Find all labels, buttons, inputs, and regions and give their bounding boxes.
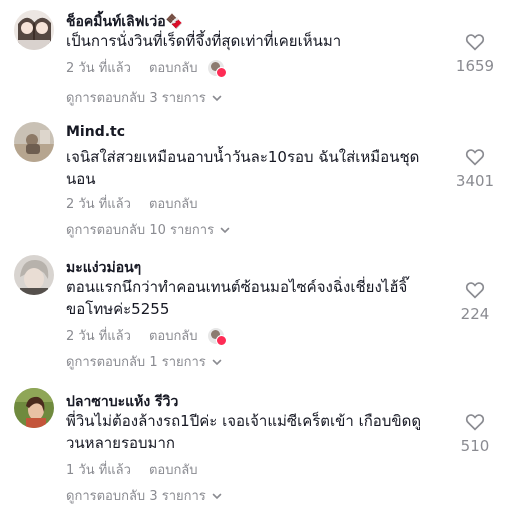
reply-button[interactable]: ตอบกลับ bbox=[149, 325, 198, 346]
chevron-down-icon bbox=[220, 227, 230, 233]
like-count: 1659 bbox=[455, 57, 495, 75]
like-control[interactable]: 224 bbox=[440, 281, 510, 323]
view-replies-button[interactable]: ดูการตอบกลับ 3 รายการ bbox=[66, 87, 222, 108]
chevron-down-icon bbox=[212, 95, 222, 101]
creator-liked-icon bbox=[207, 59, 227, 78]
heart-outline-icon[interactable] bbox=[465, 281, 485, 299]
like-control[interactable]: 1659 bbox=[440, 33, 510, 75]
comment-time: 2 วัน ที่แล้ว bbox=[66, 197, 131, 212]
like-count: 3401 bbox=[455, 172, 495, 190]
reply-button[interactable]: ตอบกลับ bbox=[149, 459, 198, 480]
view-replies-label: ดูการตอบกลับ 3 รายการ bbox=[66, 91, 206, 106]
reply-button[interactable]: ตอบกลับ bbox=[149, 57, 198, 78]
avatar[interactable] bbox=[14, 388, 54, 428]
comment-username[interactable]: Mind.tc bbox=[66, 124, 125, 140]
comment-time: 2 วัน ที่แล้ว bbox=[66, 61, 131, 76]
comment-meta: 1 วัน ที่แล้ว ตอบกลับ bbox=[66, 459, 198, 480]
like-control[interactable]: 510 bbox=[440, 413, 510, 455]
view-replies-label: ดูการตอบกลับ 3 รายการ bbox=[66, 489, 206, 504]
comment-text: พี่วินไม่ต้องล้างรถ1ปีค่ะ เจอเจ้าแม่ซีเค… bbox=[66, 412, 422, 452]
view-replies-label: ดูการตอบกลับ 10 รายการ bbox=[66, 223, 215, 238]
view-replies-button[interactable]: ดูการตอบกลับ 10 รายการ bbox=[66, 219, 230, 240]
reply-button[interactable]: ตอบกลับ bbox=[149, 193, 198, 214]
comment-text: เป็นการนั่งวินที่เร็ดที่จึ้งที่สุดเท่าที… bbox=[66, 32, 342, 50]
like-control[interactable]: 3401 bbox=[440, 148, 510, 190]
heart-outline-icon[interactable] bbox=[465, 148, 485, 166]
avatar[interactable] bbox=[14, 122, 54, 162]
chevron-down-icon bbox=[212, 359, 222, 365]
view-replies-label: ดูการตอบกลับ 1 รายการ bbox=[66, 355, 206, 370]
view-replies-button[interactable]: ดูการตอบกลับ 3 รายการ bbox=[66, 485, 222, 506]
chevron-down-icon bbox=[212, 493, 222, 499]
comment-meta: 2 วัน ที่แล้ว ตอบกลับ bbox=[66, 193, 198, 214]
avatar[interactable] bbox=[14, 255, 54, 295]
avatar[interactable] bbox=[14, 10, 54, 50]
comment-text: เจนิสใส่สวยเหมือนอาบน้ำวันละ10รอบ ฉันใส่… bbox=[66, 148, 420, 188]
comment-meta: 2 วัน ที่แล้ว ตอบกลับ bbox=[66, 325, 227, 346]
comment-meta: 2 วัน ที่แล้ว ตอบกลับ bbox=[66, 57, 227, 78]
comment-text: ตอนแรกนึกว่าทำคอนเทนต์ซ้อนมอไซค์จงฉิ่งเช… bbox=[66, 278, 408, 318]
comment-time: 2 วัน ที่แล้ว bbox=[66, 329, 131, 344]
creator-liked-icon bbox=[207, 327, 227, 346]
comment-time: 1 วัน ที่แล้ว bbox=[66, 463, 131, 478]
heart-outline-icon[interactable] bbox=[465, 33, 485, 51]
like-count: 224 bbox=[460, 305, 490, 323]
like-count: 510 bbox=[460, 437, 490, 455]
heart-outline-icon[interactable] bbox=[465, 413, 485, 431]
view-replies-button[interactable]: ดูการตอบกลับ 1 รายการ bbox=[66, 351, 222, 372]
